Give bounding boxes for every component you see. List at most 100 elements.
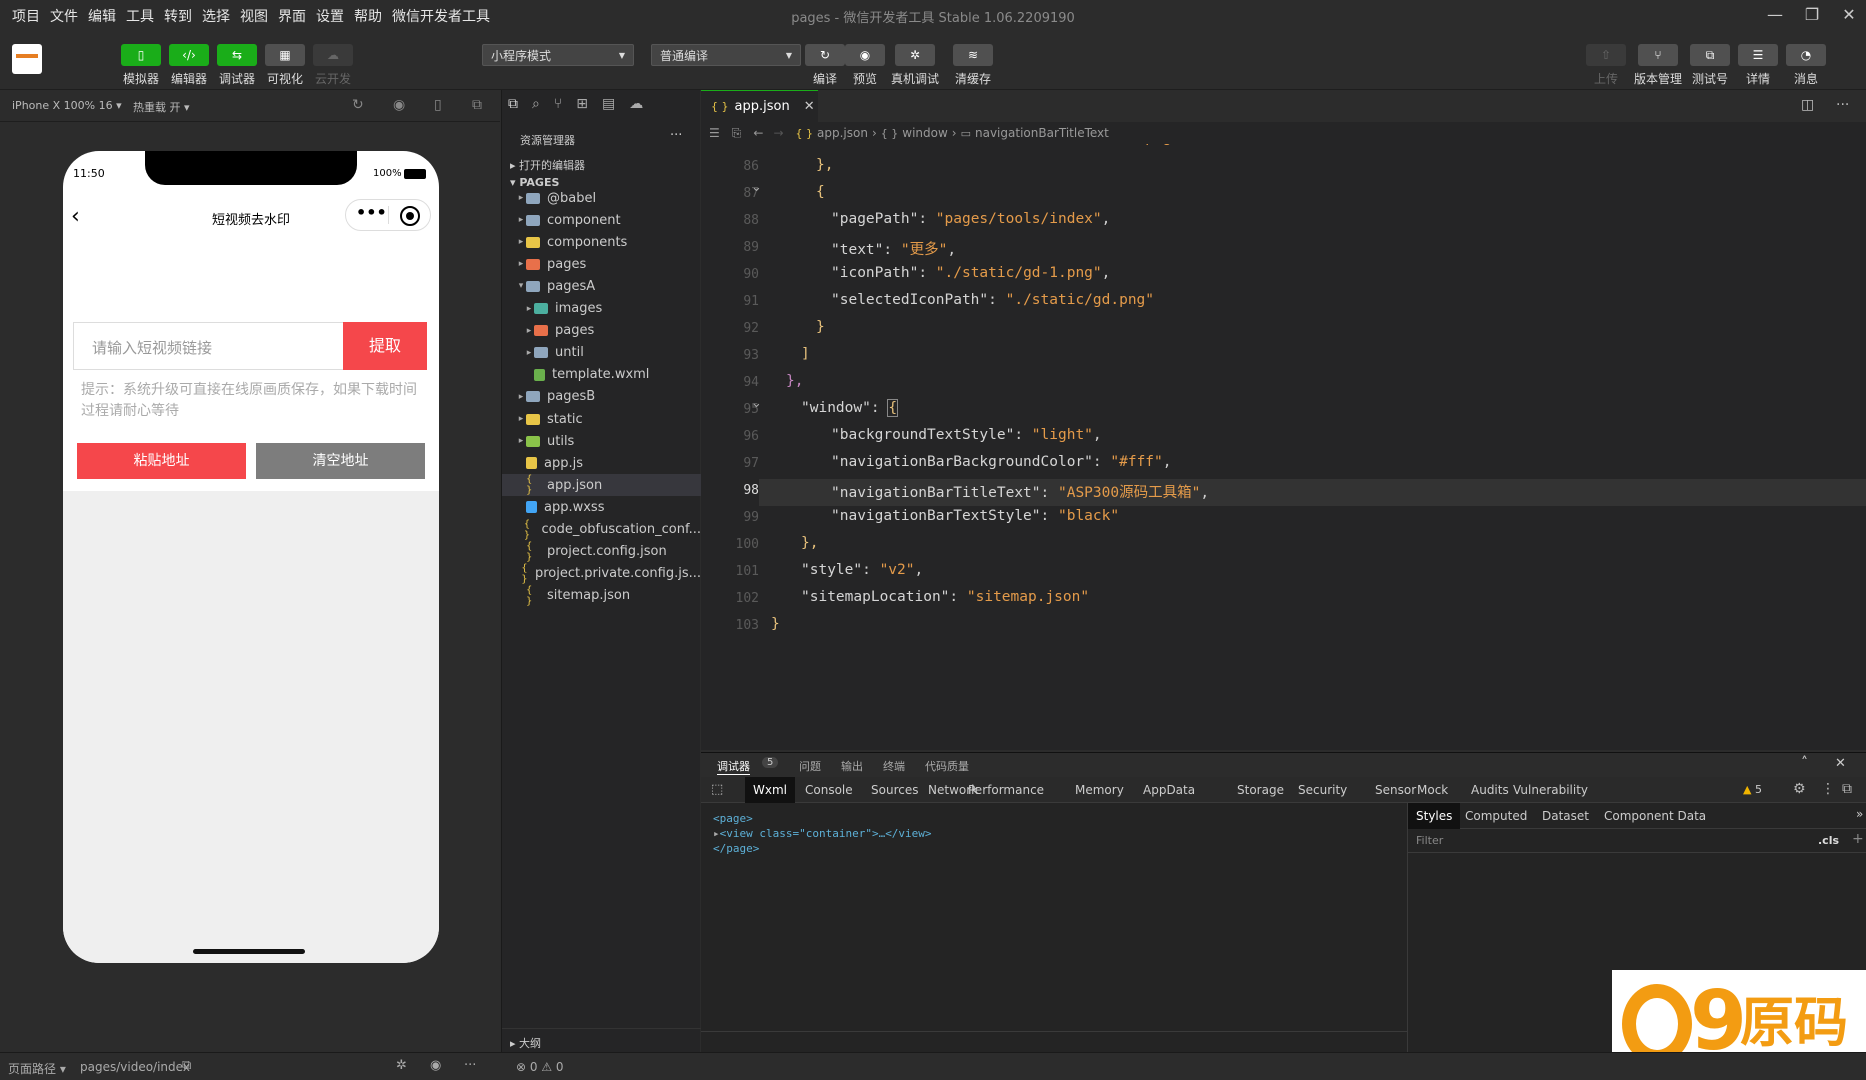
status-more-icon[interactable]: ···: [464, 1058, 476, 1073]
back-arrow-icon[interactable]: ←: [753, 126, 763, 140]
tree-item[interactable]: ▸ until: [502, 342, 701, 364]
tab-component-data[interactable]: Component Data: [1604, 809, 1706, 823]
record-icon[interactable]: ◉: [393, 97, 405, 113]
devtools-tab-console[interactable]: Console: [797, 777, 861, 803]
files-icon[interactable]: ⧉: [508, 96, 518, 112]
restore-button[interactable]: ❐: [1797, 3, 1827, 27]
tree-item[interactable]: ▸ component: [502, 209, 701, 231]
toolbar-right-2[interactable]: ⧉ 测试号: [1690, 44, 1730, 87]
tab-dataset[interactable]: Dataset: [1542, 809, 1589, 823]
devtools-tab-performance[interactable]: Performance: [960, 777, 1052, 803]
tree-item[interactable]: app.wxss: [502, 496, 701, 518]
breadcrumb-window[interactable]: window: [902, 126, 948, 140]
forward-arrow-icon[interactable]: →: [773, 126, 783, 140]
tree-item[interactable]: ▸ components: [502, 231, 701, 253]
devtools-tab-appdata[interactable]: AppData: [1135, 777, 1203, 803]
toolbar-btn-0[interactable]: ▯ 模拟器: [121, 44, 161, 87]
settings-gear-icon[interactable]: ⚙: [1793, 781, 1806, 797]
git-icon[interactable]: ⑂: [554, 96, 562, 112]
tree-item[interactable]: { } project.private.config.js...: [502, 563, 701, 585]
tree-item[interactable]: ▸ pages: [502, 320, 701, 342]
copy-icon[interactable]: ⧉: [182, 1058, 191, 1073]
capsule-menu[interactable]: •••: [345, 199, 431, 231]
cls-toggle[interactable]: .cls: [1818, 834, 1839, 847]
tab-terminal[interactable]: 终端: [883, 758, 905, 774]
clear-button[interactable]: 清空地址: [256, 443, 425, 479]
tree-item[interactable]: app.js: [502, 452, 701, 474]
dom-page-close[interactable]: </page>: [713, 841, 932, 856]
toolbar-mid-2[interactable]: ✲ 真机调试: [891, 44, 939, 87]
more-tabs-icon[interactable]: »: [1856, 807, 1863, 821]
tree-item[interactable]: ▸ static: [502, 408, 701, 430]
tree-item[interactable]: { } code_obfuscation_conf...: [502, 519, 701, 541]
url-input[interactable]: 请输入短视频链接: [73, 322, 347, 370]
close-window-button[interactable]: ✕: [1834, 3, 1864, 27]
phone-icon[interactable]: ▯: [434, 97, 442, 113]
editor-more-icon[interactable]: ···: [1836, 97, 1849, 113]
warning-count[interactable]: ▲ 5: [1743, 783, 1762, 796]
extract-button[interactable]: 提取: [343, 322, 427, 370]
tree-item[interactable]: ▾ pagesA: [502, 275, 701, 297]
compile-select[interactable]: 普通编译 ▼: [651, 44, 801, 66]
bookmark-icon[interactable]: ⎘: [732, 126, 742, 141]
list-icon[interactable]: ☰: [709, 126, 720, 140]
styles-filter-input[interactable]: Filter: [1416, 834, 1443, 847]
tab-issues[interactable]: 问题: [799, 758, 821, 774]
split-editor-icon[interactable]: ◫: [1801, 97, 1814, 113]
toolbar-mid-3[interactable]: ≋ 清缓存: [953, 44, 993, 87]
toolbar-btn-3[interactable]: ▦ 可视化: [265, 44, 305, 87]
eye-icon[interactable]: ◉: [430, 1058, 441, 1073]
toolbar-right-1[interactable]: ⑂ 版本管理: [1634, 44, 1682, 87]
hotreload-select[interactable]: 热重载 开 ▾: [133, 99, 190, 115]
devtools-tab-mock[interactable]: Mock: [1409, 777, 1456, 803]
toolbar-btn-1[interactable]: ‹/› 编辑器: [169, 44, 209, 87]
tab-styles[interactable]: Styles: [1408, 803, 1461, 829]
devtools-tab-sources[interactable]: Sources: [863, 777, 926, 803]
tree-item[interactable]: ▸ pagesB: [502, 386, 701, 408]
minimize-button[interactable]: —: [1760, 3, 1790, 27]
breadcrumb-file[interactable]: app.json: [817, 126, 868, 140]
more-icon[interactable]: •••: [356, 203, 387, 222]
close-mini-icon[interactable]: [400, 206, 420, 226]
tab-output[interactable]: 输出: [841, 758, 863, 774]
popout-icon[interactable]: ⧉: [472, 97, 482, 113]
tab-app-json[interactable]: { } app.json ✕: [701, 90, 818, 122]
devtools-tab-storage[interactable]: Storage: [1229, 777, 1292, 803]
device-select[interactable]: iPhone X 100% 16 ▾: [12, 99, 122, 112]
tree-item[interactable]: { } project.config.json: [502, 541, 701, 563]
tab-computed[interactable]: Computed: [1465, 809, 1527, 823]
tree-item[interactable]: ▸ @babel: [502, 187, 701, 209]
cloud-icon[interactable]: ☁: [629, 96, 643, 112]
collapse-panel-icon[interactable]: ˄: [1801, 755, 1808, 771]
extensions-icon[interactable]: ⊞: [576, 96, 588, 112]
paste-button[interactable]: 粘贴地址: [77, 443, 246, 479]
tab-close-icon[interactable]: ✕: [804, 99, 815, 114]
outline-header[interactable]: ▸ 大纲: [502, 1028, 701, 1052]
toolbar-right-3[interactable]: ☰ 详情: [1738, 44, 1778, 87]
toolbar-right-4[interactable]: ◔ 消息: [1786, 44, 1826, 87]
tree-item[interactable]: { } sitemap.json: [502, 585, 701, 607]
dom-view-node[interactable]: ▸<view class="container">…</view>: [713, 826, 932, 841]
devtools-tab-security[interactable]: Security: [1290, 777, 1355, 803]
fold-icon[interactable]: ⌄: [751, 396, 762, 411]
toolbar-mid-1[interactable]: ◉ 预览: [845, 44, 885, 87]
toolbar-right-0[interactable]: ⇧ 上传: [1586, 44, 1626, 87]
breadcrumb-key[interactable]: navigationBarTitleText: [975, 126, 1109, 140]
devtools-tab-wxml[interactable]: Wxml: [745, 777, 795, 803]
page-path-label[interactable]: 页面路径 ▾: [8, 1060, 66, 1077]
problems-indicator[interactable]: ⊗ 0 ⚠ 0: [516, 1060, 564, 1074]
tab-debugger[interactable]: 调试器: [717, 758, 750, 775]
bug-icon[interactable]: ✲: [396, 1058, 407, 1073]
tree-item[interactable]: ▸ utils: [502, 430, 701, 452]
code-area[interactable]: 85 "selectedIconPath": "./static/index.pn…: [701, 144, 1866, 750]
tree-item[interactable]: ▸ images: [502, 298, 701, 320]
tree-item[interactable]: { } app.json: [502, 474, 701, 497]
explorer-more-icon[interactable]: ···: [670, 128, 682, 143]
devtools-tab-memory[interactable]: Memory: [1067, 777, 1132, 803]
devtools-tab-vulnerability[interactable]: Vulnerability: [1505, 777, 1596, 803]
tab-code-quality[interactable]: 代码质量: [925, 758, 969, 774]
toolbar-btn-2[interactable]: ⇆ 调试器: [217, 44, 257, 87]
kebab-menu-icon[interactable]: ⋮: [1821, 781, 1835, 797]
open-editors-header[interactable]: ▸ 打开的编辑器: [510, 157, 585, 173]
close-panel-icon[interactable]: ✕: [1835, 756, 1846, 771]
